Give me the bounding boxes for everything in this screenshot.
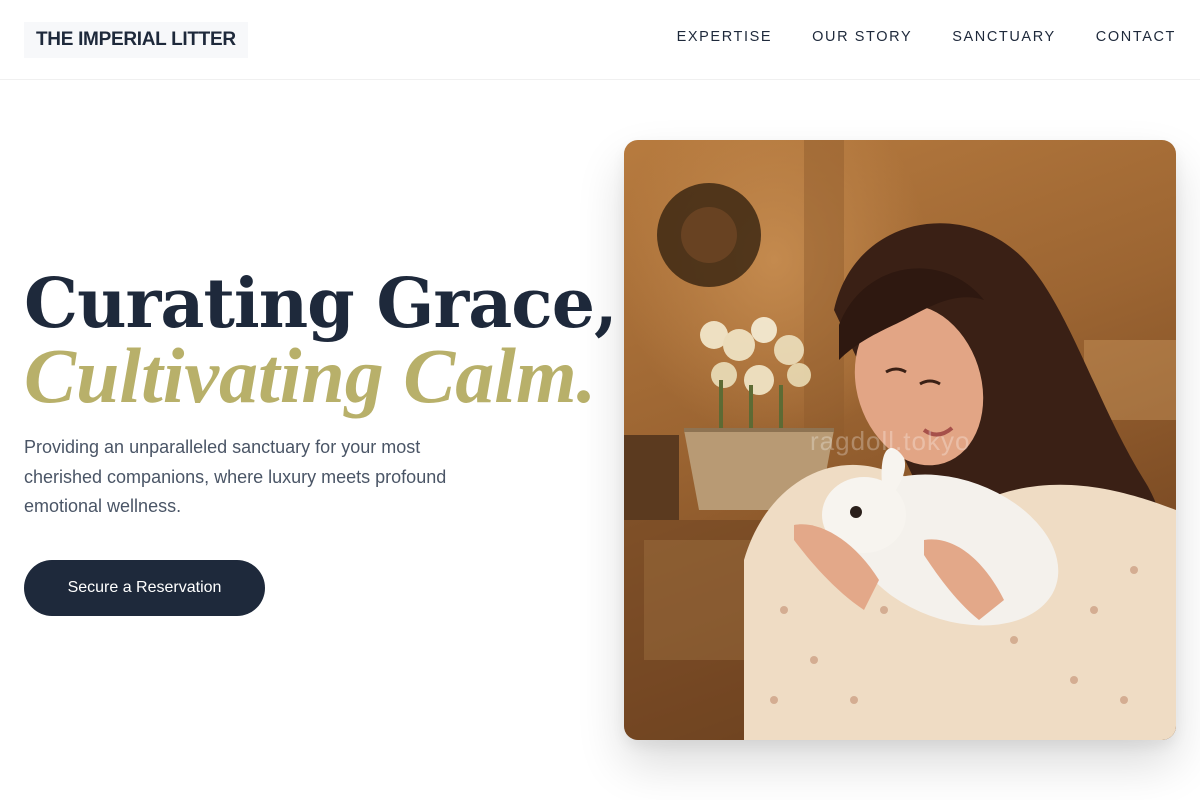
nav-link-expertise[interactable]: EXPERTISE	[677, 29, 773, 45]
photo-watermark: ragdoll.tokyo	[810, 426, 971, 456]
site-logo[interactable]: THE IMPERIAL LITTER	[24, 22, 248, 58]
main-nav: EXPERTISE OUR STORY SANCTUARY CONTACT	[677, 29, 1176, 45]
hero-headline-line-1: Curating Grace,	[24, 264, 618, 344]
hero-photo-woman-with-rabbit: ragdoll.tokyo	[624, 140, 1176, 740]
site-header: THE IMPERIAL LITTER EXPERTISE OUR STORY …	[0, 0, 1200, 80]
hero-headline-line-2: Cultivating Calm.	[24, 332, 597, 419]
nav-link-contact[interactable]: CONTACT	[1096, 29, 1176, 45]
hero-headline: Curating Grace, Cultivating Calm.	[24, 264, 618, 419]
nav-link-our-story[interactable]: OUR STORY	[812, 29, 912, 45]
secure-reservation-button[interactable]: Secure a Reservation	[24, 560, 265, 616]
nav-link-sanctuary[interactable]: SANCTUARY	[952, 29, 1056, 45]
hero-subtext: Providing an unparalleled sanctuary for …	[24, 437, 447, 516]
